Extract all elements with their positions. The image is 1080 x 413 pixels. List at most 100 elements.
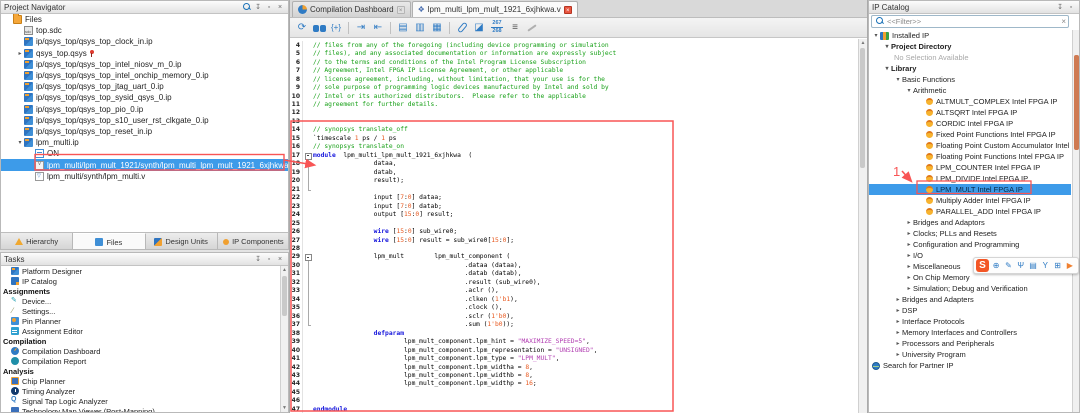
replace-icon[interactable]: {+} [329,21,343,35]
fold-toggle-icon[interactable] [303,151,313,159]
task-item[interactable]: Assignment Editor [1,326,280,336]
bookmark-next-icon[interactable]: ▦ [430,21,444,35]
chevron-down-icon[interactable]: ▾ [894,76,902,83]
ip-tree-item[interactable]: Multiply Adder Intel FPGA IP [869,195,1071,206]
chevron-right-icon[interactable]: ▸ [905,285,913,292]
lang-toggle-icon[interactable]: ⊕ [990,258,1002,273]
editor-scrollbar[interactable]: ▲ [858,39,867,413]
file-tree-item[interactable]: ip/qsys_top/qsys_top_clock_in.ip [1,36,288,47]
comment-icon[interactable]: ▤ [396,21,410,35]
chevron-down-icon[interactable]: ▾ [872,32,880,39]
chevron-right-icon[interactable]: ▸ [905,274,913,281]
ip-tree-item[interactable]: ▸University Program [869,349,1071,360]
scroll-thumb[interactable] [860,48,865,168]
find-icon[interactable] [312,21,326,35]
task-item[interactable]: Device... [1,296,280,306]
file-tree-item[interactable]: ▸qsys_top.qsys [1,48,288,59]
attach-icon[interactable] [455,21,469,35]
task-item[interactable]: Compilation Report [1,356,280,366]
task-item[interactable]: Pin Planner [1,316,280,326]
ip-tree-item[interactable]: ▸Bridges and Adapters [869,294,1071,305]
ip-filter-input[interactable] [887,17,1061,26]
task-item[interactable]: Timing Analyzer [1,386,280,396]
close-icon[interactable]: × [275,255,285,264]
ip-tree-item[interactable]: ▸Bridges and Adaptors [869,217,1071,228]
close-icon[interactable]: × [275,3,285,12]
task-item[interactable]: Settings... [1,306,280,316]
scroll-up-icon[interactable]: ▲ [281,266,288,274]
editor-tab[interactable]: ❖lpm_multi_lpm_mult_1921_6xjhkwa.v× [412,1,578,17]
file-tree-item[interactable]: ip/qsys_top/qsys_top_pio_0.ip [1,104,288,115]
tab-close-icon[interactable]: × [564,6,572,14]
clear-filter-icon[interactable]: × [1061,18,1066,26]
chevron-right-icon[interactable]: ▸ [894,307,902,314]
ip-tree-item[interactable]: ▸Clocks; PLLs and Resets [869,228,1071,239]
pin-icon[interactable]: ↧ [253,3,263,12]
file-tree-item[interactable]: ip/qsys_top/qsys_top_intel_onchip_memory… [1,70,288,81]
tab-hierarchy[interactable]: Hierarchy [1,233,73,250]
chevron-right-icon[interactable]: ▸ [905,219,913,226]
task-item[interactable]: Platform Designer [1,266,280,276]
chevron-right-icon[interactable]: ▸ [894,351,902,358]
chevron-right-icon[interactable]: ▸ [905,230,913,237]
editor-tab[interactable]: Compilation Dashboard× [292,1,411,17]
ip-catalog-scrollbar[interactable] [1072,30,1079,412]
edit-pen-icon[interactable] [525,21,539,35]
ip-tree-item[interactable]: ▾Arithmetic [869,85,1071,96]
ip-tree-item[interactable]: LPM_DIVIDE Intel FPGA IP [869,173,1071,184]
tab-files[interactable]: Files [73,233,145,250]
pin-icon[interactable]: ↧ [253,255,263,264]
skin-icon[interactable]: Y [1039,258,1051,273]
scroll-down-icon[interactable]: ▼ [281,404,288,412]
horn-icon[interactable]: ▶ [1064,258,1076,273]
ip-tree-item[interactable]: ALTSQRT Intel FPGA IP [869,107,1071,118]
file-tree-item[interactable]: ip/qsys_top/qsys_top_jtag_uart_0.ip [1,81,288,92]
indent-decrease-icon[interactable]: ⇤ [371,21,385,35]
ip-tree-item[interactable]: ▸Configuration and Programming [869,239,1071,250]
pin-icon[interactable]: ↧ [1055,3,1065,12]
ip-tree-item[interactable]: LPM_COUNTER Intel FPGA IP [869,162,1071,173]
chevron-right-icon[interactable]: ▸ [894,318,902,325]
float-icon[interactable]: ▫ [1066,3,1076,12]
ip-tree-item[interactable]: ▸Processors and Peripherals [869,338,1071,349]
search-icon[interactable] [242,3,252,12]
chevron-down-icon[interactable]: ▾ [905,87,913,94]
ip-tree-item[interactable]: ▾Basic Functions [869,74,1071,85]
save-icon[interactable]: ⟳ [295,21,309,35]
ip-tree-item[interactable]: ▸Interface Protocols [869,316,1071,327]
task-item[interactable]: Chip Planner [1,376,280,386]
task-item[interactable]: Technology Map Viewer (Post-Mapping) [1,406,280,412]
ip-tree-item[interactable]: ▾Project Directory [869,41,1071,52]
task-item[interactable]: IP Catalog [1,276,280,286]
float-icon[interactable]: ▫ [264,255,274,264]
file-tree-item[interactable]: Files [1,14,288,25]
chevron-right-icon[interactable]: ▸ [16,50,24,57]
chevron-right-icon[interactable]: ▸ [894,329,902,336]
file-tree-item[interactable]: ip/qsys_top/qsys_top_reset_in.ip [1,126,288,137]
code-editor[interactable]: 4// files from any of the foregoing (inc… [290,39,867,413]
chevron-right-icon[interactable]: ▸ [905,263,913,270]
ip-tree-item[interactable]: ▸Simulation; Debug and Verification [869,283,1071,294]
ip-tree-item[interactable]: Floating Point Functions Intel FPGA IP [869,151,1071,162]
ip-tree-item[interactable]: ALTMULT_COMPLEX Intel FPGA IP [869,96,1071,107]
file-tree-item[interactable]: top.sdc [1,25,288,36]
chevron-right-icon[interactable]: ▸ [905,241,913,248]
chevron-right-icon[interactable]: ▸ [894,340,902,347]
file-tree-item[interactable]: ip/qsys_top/qsys_top_s10_user_rst_clkgat… [1,115,288,126]
file-tree-item[interactable]: ip/qsys_top/qsys_top_sysid_qsys_0.ip [1,92,288,103]
chevron-down-icon[interactable]: ▾ [16,139,24,146]
ip-tree-item[interactable]: LPM_MULT Intel FPGA IP [869,184,1071,195]
ip-tree-item[interactable]: ▸Memory Interfaces and Controllers [869,327,1071,338]
scroll-thumb[interactable] [1074,55,1079,150]
wrap-lines-icon[interactable]: ≡ [508,21,522,35]
chevron-right-icon[interactable]: ▸ [894,296,902,303]
chevron-right-icon[interactable]: ▸ [905,252,913,259]
scroll-up-icon[interactable]: ▲ [859,39,867,47]
chevron-down-icon[interactable]: ▾ [883,65,891,72]
scroll-thumb[interactable] [282,276,287,316]
ip-tree-item[interactable]: ▾Installed IP [869,30,1071,41]
file-tree-item[interactable]: lpm_multi/lpm_mult_1921/synth/lpm_multi_… [1,159,288,170]
tab-design-units[interactable]: Design Units [146,233,218,250]
task-item[interactable]: Compilation Dashboard [1,346,280,356]
tasks-scrollbar[interactable]: ▲ ▼ [280,266,288,412]
